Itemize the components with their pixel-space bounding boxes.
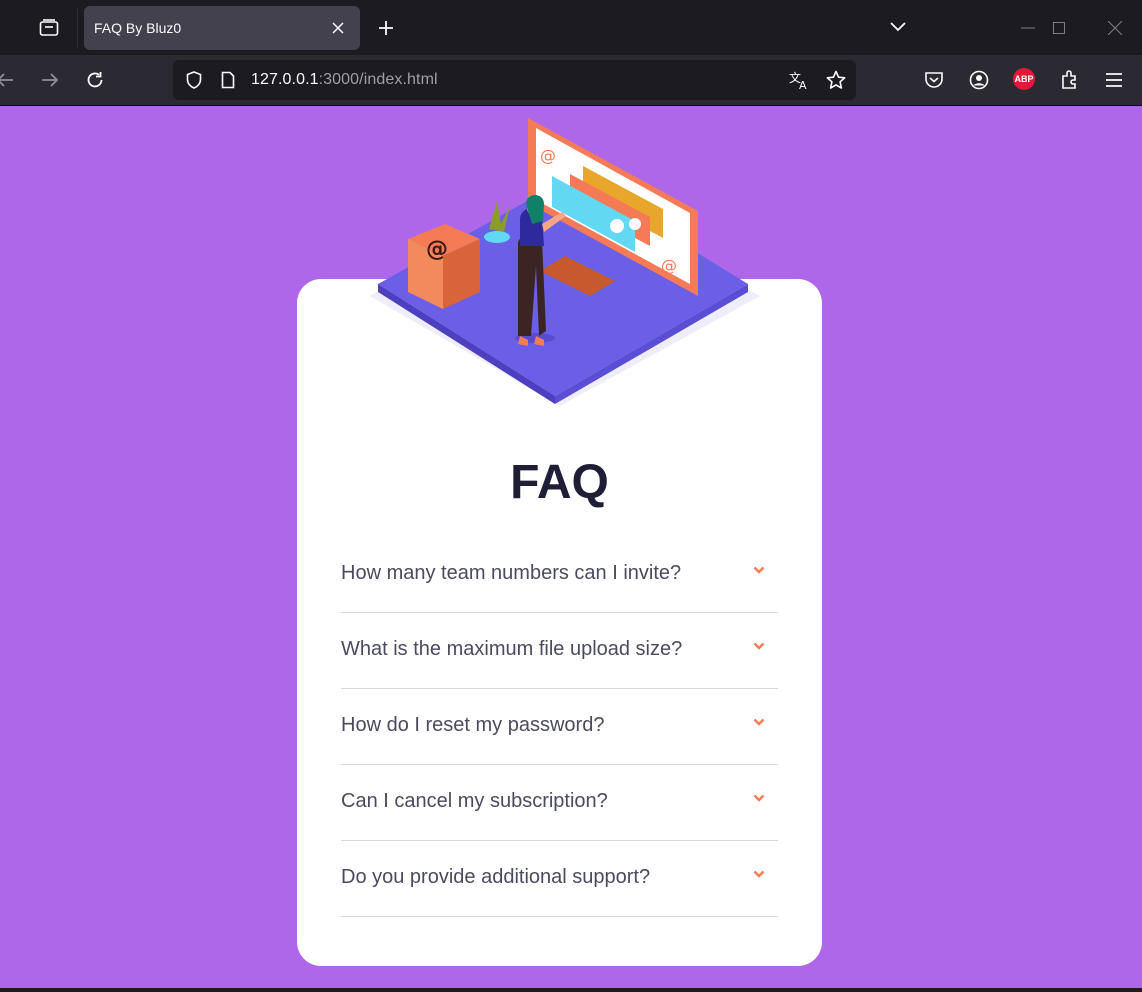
chevron-down-icon[interactable] — [752, 867, 766, 881]
tab-list-icon[interactable] — [20, 8, 78, 48]
navigation-bar: 127.0.0.1:3000/index.html 文A ABP — [0, 55, 1142, 106]
bookmark-star-icon[interactable] — [825, 69, 847, 91]
faq-list: How many team numbers can I invite? What… — [341, 537, 778, 917]
person-pants — [518, 234, 546, 336]
tab-bar: FAQ By Bluz0 — [0, 0, 1142, 55]
menu-icon[interactable] — [1101, 67, 1127, 93]
faq-item[interactable]: Do you provide additional support? — [341, 841, 778, 917]
reload-icon[interactable] — [82, 67, 108, 93]
url-host: 127.0.0.1 — [251, 71, 319, 88]
active-tab[interactable]: FAQ By Bluz0 — [84, 6, 360, 50]
page-background: FAQ How many team numbers can I invite? … — [0, 106, 1142, 988]
forward-icon[interactable] — [37, 67, 63, 93]
close-tab-icon[interactable] — [328, 18, 348, 38]
hero-illustration: @ @ @ — [370, 118, 760, 406]
plant-pot — [484, 231, 510, 243]
pocket-icon[interactable] — [921, 67, 947, 93]
page-info-icon[interactable] — [217, 69, 239, 91]
window-bottom-edge — [0, 988, 1142, 992]
adblock-icon[interactable]: ABP — [1013, 68, 1035, 90]
minimize-icon[interactable] — [1014, 14, 1042, 42]
faq-item[interactable]: Can I cancel my subscription? — [341, 765, 778, 841]
extensions-icon[interactable] — [1057, 67, 1083, 93]
shield-icon[interactable] — [183, 69, 205, 91]
chevron-down-icon[interactable] — [752, 639, 766, 653]
svg-text:A: A — [799, 79, 807, 90]
address-bar[interactable]: 127.0.0.1:3000/index.html 文A — [173, 60, 856, 100]
page-title: FAQ — [510, 456, 609, 509]
box-at-icon: @ — [426, 237, 448, 262]
chevron-down-icon[interactable] — [752, 715, 766, 729]
chevron-down-icon[interactable] — [752, 563, 766, 577]
new-tab-icon[interactable] — [372, 14, 400, 42]
faq-item[interactable]: What is the maximum file upload size? — [341, 613, 778, 689]
faq-question: Do you provide additional support? — [341, 866, 651, 888]
faq-question: What is the maximum file upload size? — [341, 638, 683, 660]
url-text: 127.0.0.1:3000/index.html — [251, 71, 438, 89]
faq-item[interactable]: How do I reset my password? — [341, 689, 778, 765]
chevron-down-icon[interactable] — [886, 15, 910, 39]
message-dot — [610, 219, 624, 233]
back-icon[interactable] — [0, 67, 18, 93]
account-icon[interactable] — [966, 67, 992, 93]
at-symbol-icon: @ — [540, 146, 556, 165]
faq-question: How do I reset my password? — [341, 714, 605, 736]
faq-question: Can I cancel my subscription? — [341, 790, 608, 812]
message-dot — [629, 218, 641, 230]
close-window-icon[interactable] — [1101, 14, 1129, 42]
faq-item[interactable]: How many team numbers can I invite? — [341, 537, 778, 613]
translate-icon[interactable]: 文A — [789, 69, 811, 91]
maximize-icon[interactable] — [1045, 14, 1073, 42]
at-symbol-icon: @ — [661, 256, 677, 275]
faq-question: How many team numbers can I invite? — [341, 562, 682, 584]
chevron-down-icon[interactable] — [752, 791, 766, 805]
url-path: :3000/index.html — [318, 71, 438, 88]
tab-title: FAQ By Bluz0 — [94, 20, 182, 36]
